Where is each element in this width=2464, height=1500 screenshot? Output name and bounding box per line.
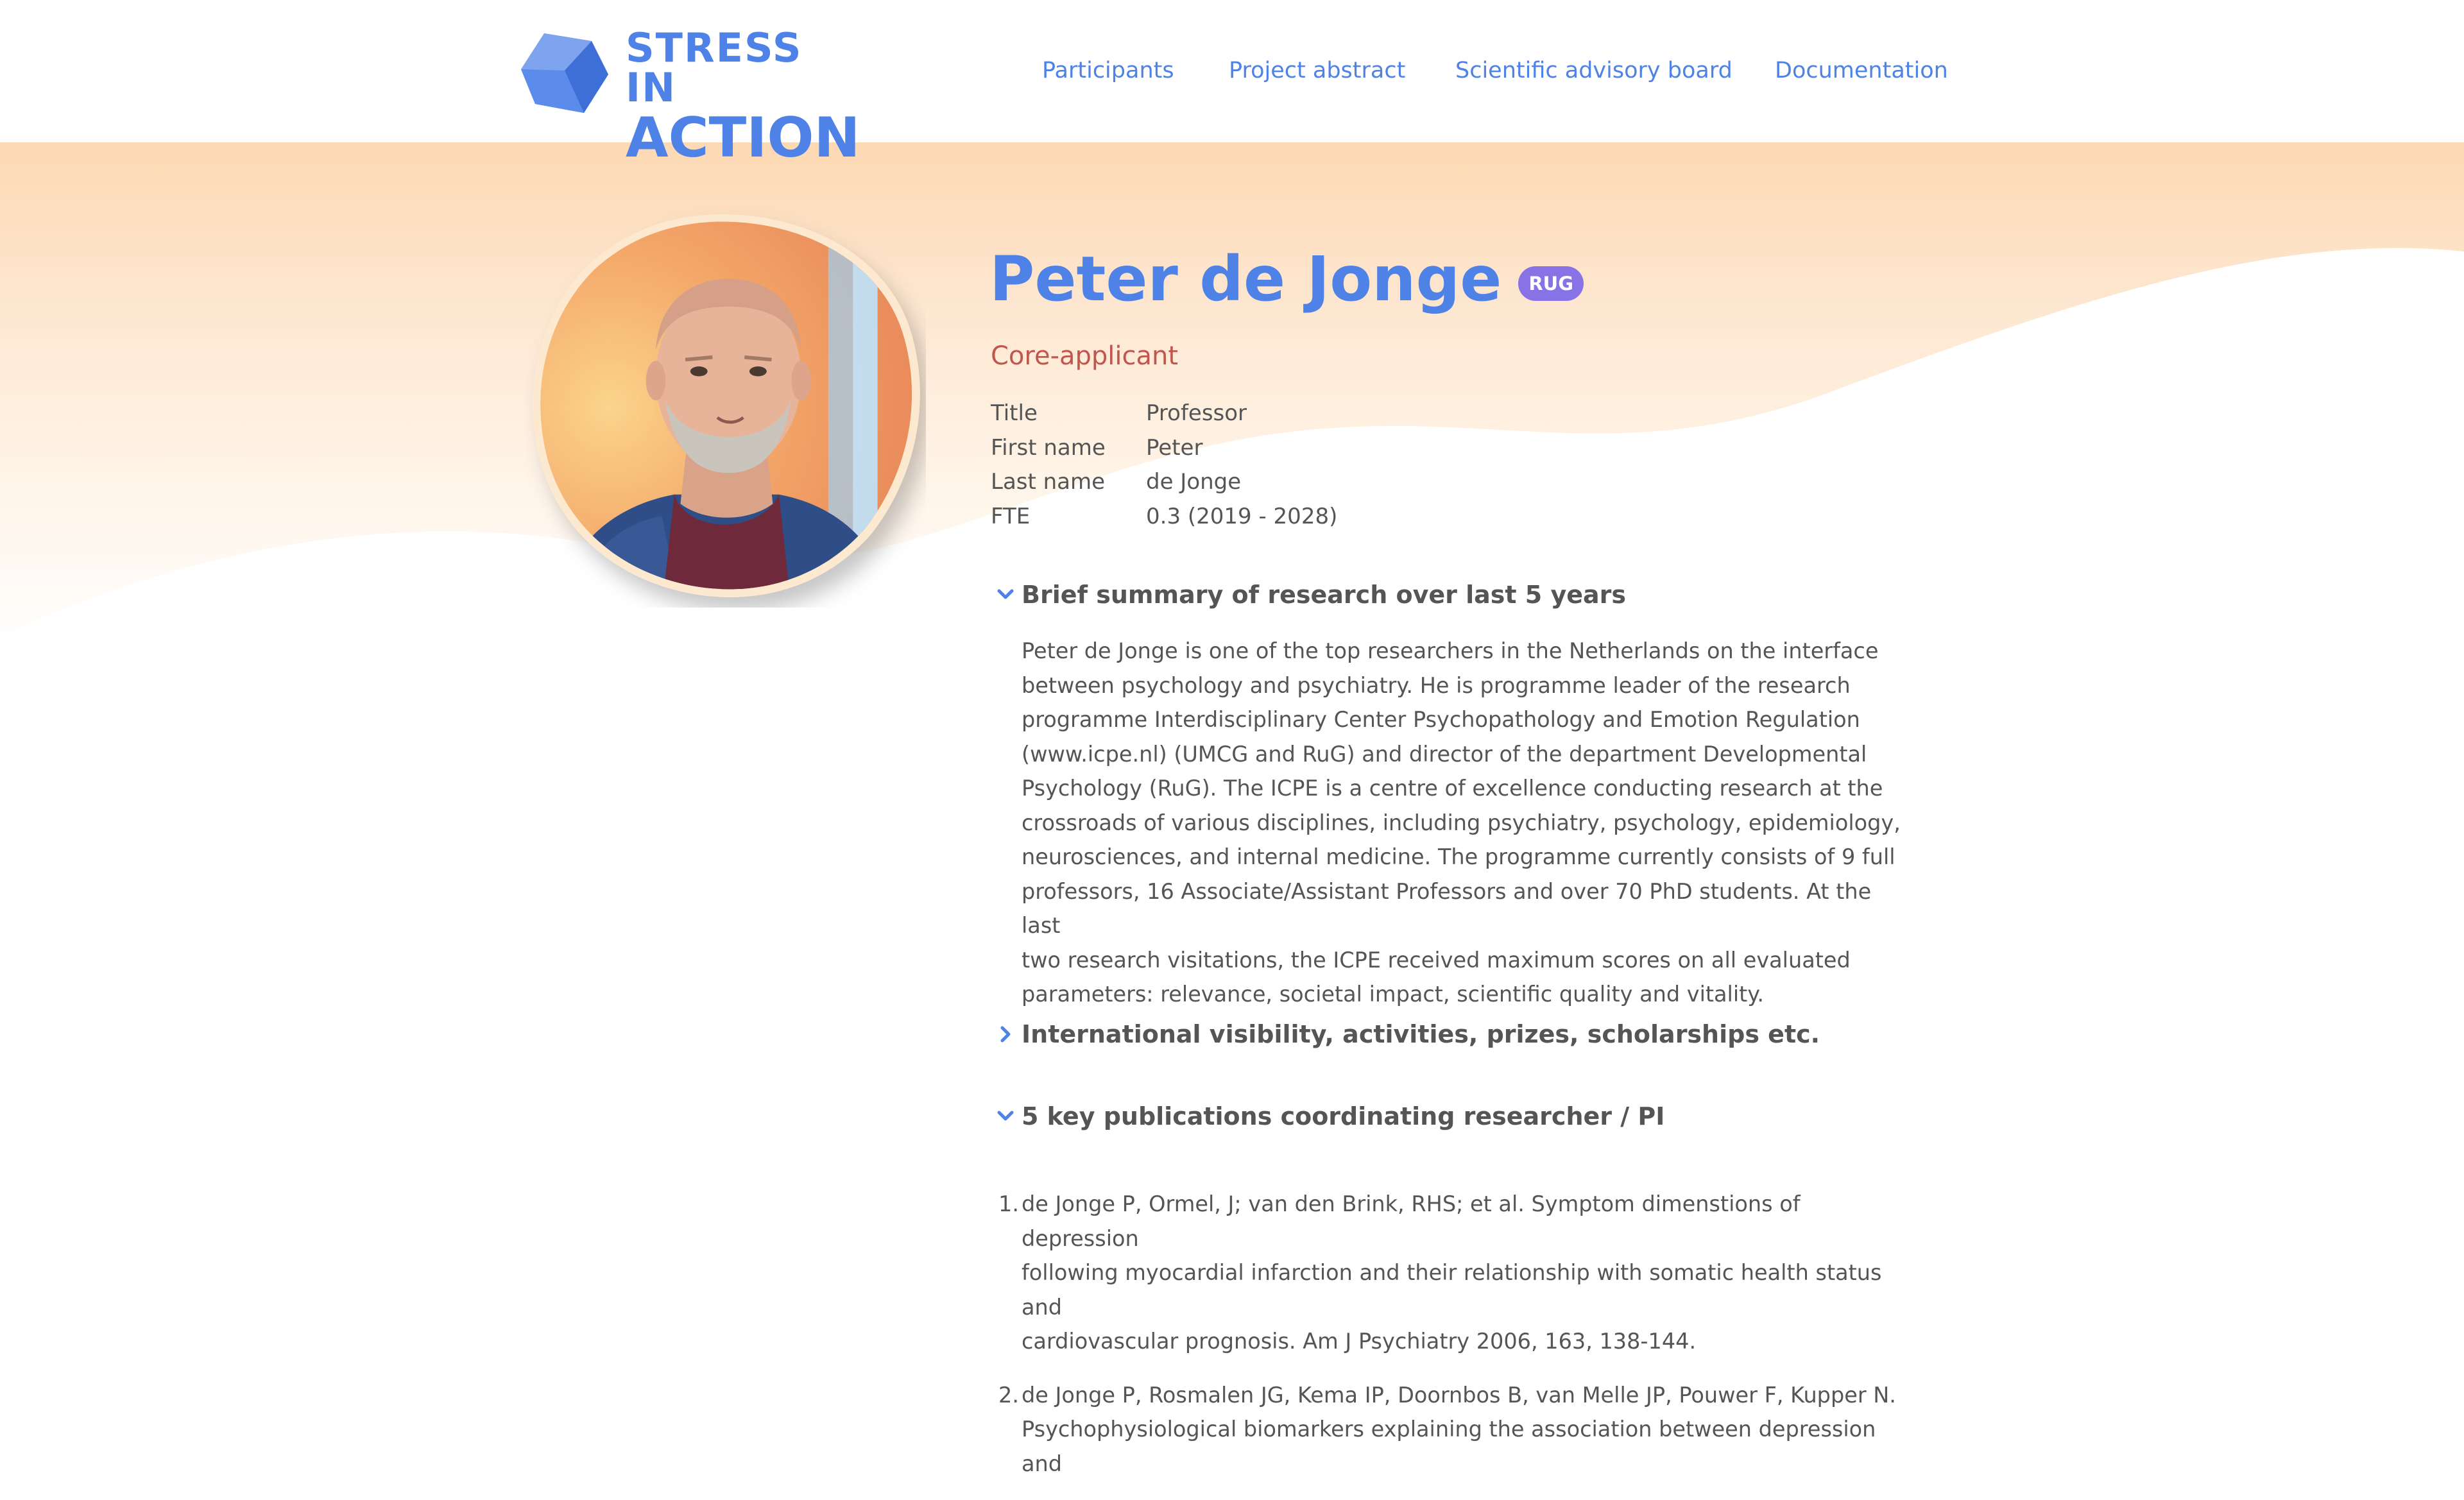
profile-header: Peter de Jonge RUG	[989, 231, 1939, 327]
chevron-right-icon	[989, 1025, 1022, 1043]
brand-name: STRESS IN ACTION	[626, 28, 860, 166]
nav-documentation[interactable]: Documentation	[1775, 58, 1948, 83]
nav-scientific-advisory-board[interactable]: Scientific advisory board	[1455, 58, 1733, 83]
info-value: de Jonge	[1146, 469, 1242, 495]
section-title: 5 key publications coordinating research…	[1022, 1102, 1665, 1130]
site-logo[interactable]: STRESS IN ACTION	[520, 28, 860, 166]
text-line: Peter de Jonge is one of the top researc…	[1022, 638, 1879, 663]
info-row-title: Title Professor	[991, 396, 1337, 431]
info-label: First name	[991, 434, 1106, 461]
text-line: two research visitations, the ICPE recei…	[1022, 947, 1851, 973]
text-line: parameters: relevance, societal impact, …	[1022, 982, 1765, 1007]
list-item: 2. de Jonge P, Rosmalen JG, Kema IP, Doo…	[998, 1378, 1913, 1481]
info-label: Title	[991, 400, 1038, 426]
info-label: FTE	[991, 503, 1031, 529]
brand-line-2: ACTION	[626, 106, 860, 170]
profile-info-table: Title Professor First name Peter Last na…	[991, 396, 1337, 534]
publications-list: 1. de Jonge P, Ormel, J; van den Brink, …	[998, 1187, 1913, 1500]
text-line: cardiovascular prognosis. Am J Psychiatr…	[1022, 1329, 1697, 1354]
chevron-down-icon	[989, 588, 1022, 601]
text-line: between psychology and psychiatry. He is…	[1022, 672, 1851, 698]
text-line: professors, 16 Associate/Assistant Profe…	[1022, 878, 1872, 939]
section-toggle-international-visibility[interactable]: International visibility, activities, pr…	[989, 1020, 1820, 1048]
text-line: de Jonge P, Rosmalen JG, Kema IP, Doornb…	[1022, 1382, 1896, 1408]
nav-project-abstract[interactable]: Project abstract	[1229, 58, 1405, 83]
text-line: de Jonge P, Ormel, J; van den Brink, RHS…	[1022, 1191, 1801, 1251]
list-number: 2.	[998, 1382, 1019, 1408]
chevron-down-icon	[989, 1110, 1022, 1123]
nav-participants[interactable]: Participants	[1042, 58, 1174, 83]
research-summary-text: Peter de Jonge is one of the top researc…	[1022, 634, 1907, 1012]
text-line: following myocardial infarction and thei…	[1022, 1260, 1882, 1320]
info-row-first-name: First name Peter	[991, 431, 1337, 466]
section-title: Brief summary of research over last 5 ye…	[1022, 581, 1626, 609]
text-line: neurosciences, and internal medicine. Th…	[1022, 844, 1895, 869]
info-value: 0.3 (2019 - 2028)	[1146, 503, 1338, 529]
text-line: Psychophysiological biomarkers explainin…	[1022, 1417, 1876, 1476]
gem-icon	[521, 33, 608, 113]
list-number: 1.	[998, 1191, 1019, 1216]
profile-photo	[525, 207, 926, 608]
profile-content: Peter de Jonge RUG Core-applicant Title …	[989, 231, 1939, 1476]
text-line: Psychology (RuG). The ICPE is a centre o…	[1022, 776, 1883, 801]
profile-role: Core-applicant	[991, 341, 1179, 371]
info-row-last-name: Last name de Jonge	[991, 465, 1337, 500]
info-value: Peter	[1146, 434, 1203, 461]
institution-badge: RUG	[1518, 266, 1584, 301]
site-header: STRESS IN ACTION Participants Project ab…	[0, 0, 2464, 166]
section-title: International visibility, activities, pr…	[1022, 1020, 1820, 1048]
brand-line-1: STRESS IN	[626, 24, 803, 111]
info-value: Professor	[1146, 400, 1247, 426]
section-toggle-research-summary[interactable]: Brief summary of research over last 5 ye…	[989, 581, 1626, 609]
list-item: 1. de Jonge P, Ormel, J; van den Brink, …	[998, 1187, 1913, 1359]
section-toggle-key-publications[interactable]: 5 key publications coordinating research…	[989, 1102, 1664, 1130]
info-label: Last name	[991, 469, 1106, 495]
text-line: crossroads of various disciplines, inclu…	[1022, 810, 1901, 835]
info-row-fte: FTE 0.3 (2019 - 2028)	[991, 500, 1337, 534]
profile-name: Peter de Jonge	[989, 243, 1502, 315]
text-line: (www.icpe.nl) (UMCG and RuG) and directo…	[1022, 741, 1867, 767]
text-line: programme Interdisciplinary Center Psych…	[1022, 707, 1860, 732]
